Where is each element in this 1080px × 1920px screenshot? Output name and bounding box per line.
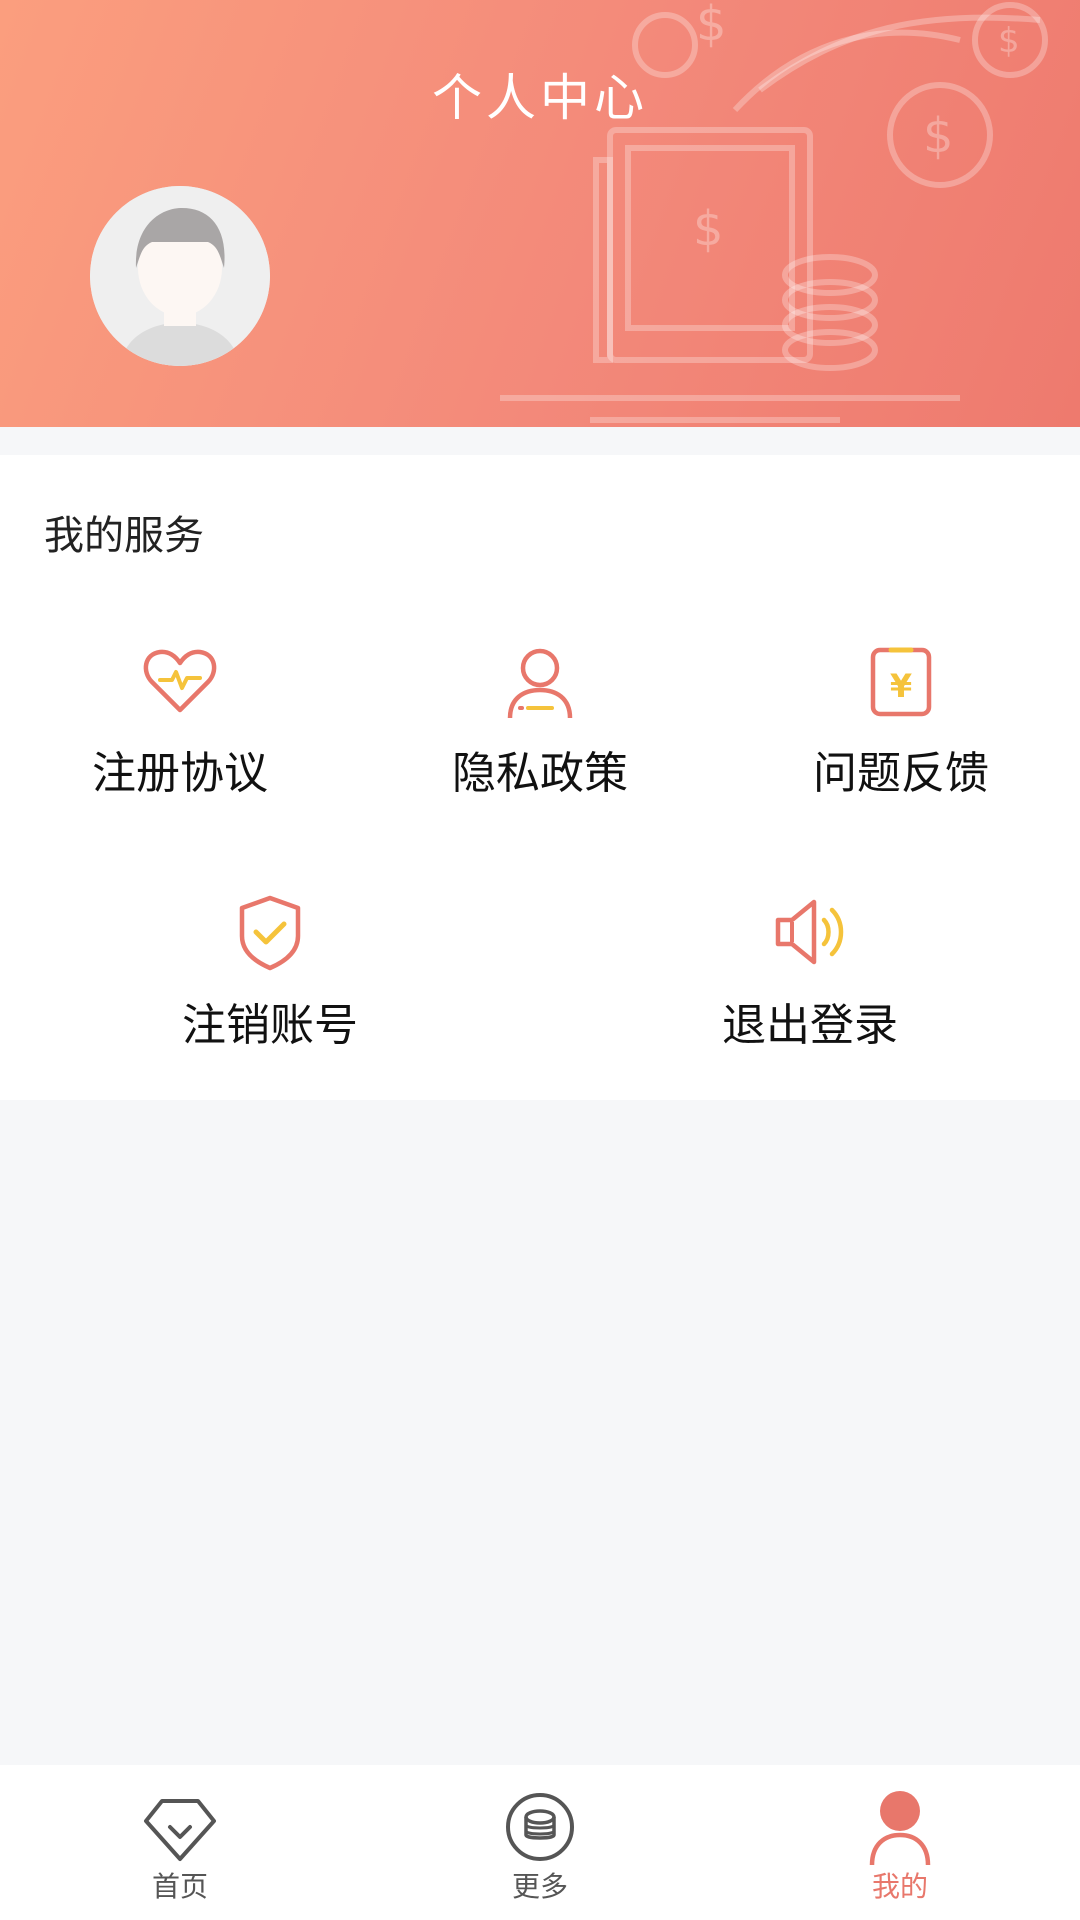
service-logout[interactable]: 退出登录 <box>660 892 960 1082</box>
tab-label: 我的 <box>871 1870 928 1903</box>
service-label: 问题反馈 <box>813 748 989 799</box>
default-avatar-icon <box>90 186 270 366</box>
services-title: 我的服务 <box>44 513 204 559</box>
svg-text:$: $ <box>696 0 727 52</box>
service-feedback[interactable]: ¥ 问题反馈 <box>751 640 1051 830</box>
tab-mine[interactable]: 我的 <box>800 1765 1000 1920</box>
shield-check-icon <box>239 895 301 971</box>
bottom-tab-bar: 首页 更多 我的 <box>0 1765 1080 1920</box>
service-label: 隐私政策 <box>452 748 628 799</box>
svg-text:$: $ <box>693 201 724 257</box>
service-privacy-policy[interactable]: 隐私政策 <box>390 640 690 830</box>
service-label: 退出登录 <box>722 1000 898 1051</box>
service-cancel-account[interactable]: 注销账号 <box>120 892 420 1082</box>
page-title: 个人中心 <box>432 69 648 127</box>
tab-label: 首页 <box>151 1870 208 1903</box>
clipboard-yen-icon: ¥ <box>870 647 932 717</box>
tab-label: 更多 <box>511 1870 568 1903</box>
service-register-agreement[interactable]: 注册协议 <box>30 640 330 830</box>
diamond-icon <box>144 1799 216 1861</box>
tab-home[interactable]: 首页 <box>80 1765 280 1920</box>
avatar[interactable] <box>90 186 270 366</box>
coins-icon <box>506 1793 574 1861</box>
speaker-icon <box>775 899 844 965</box>
service-label: 注销账号 <box>182 1000 358 1051</box>
person-icon <box>507 648 573 719</box>
user-icon <box>869 1791 931 1866</box>
profile-header: $ $ $ $ 个人中心 <box>0 0 1080 427</box>
tab-more[interactable]: 更多 <box>440 1765 640 1920</box>
services-card: 我的服务 注册协议 隐私政策 ¥ 问题反馈 注销账号 退出登录 <box>0 455 1080 1100</box>
service-label: 注册协议 <box>92 748 268 799</box>
svg-text:$: $ <box>998 21 1020 61</box>
svg-text:¥: ¥ <box>890 667 912 705</box>
heart-pulse-icon <box>143 649 217 713</box>
